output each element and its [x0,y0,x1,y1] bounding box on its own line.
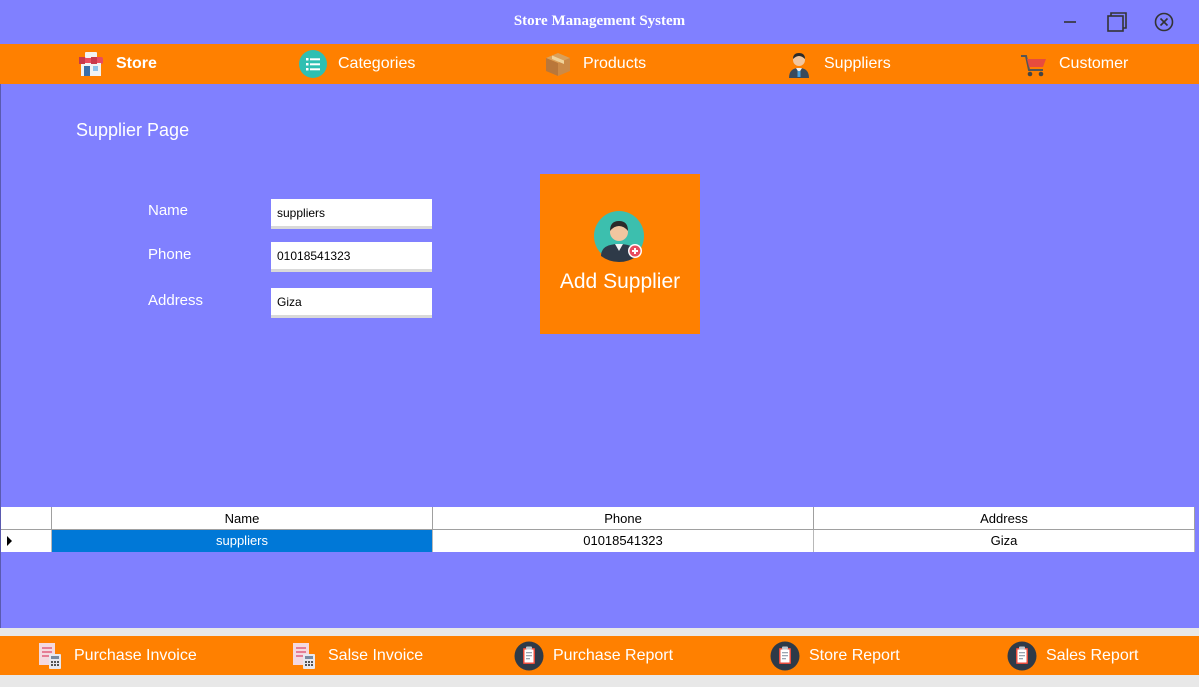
salse-invoice-label: Salse Invoice [328,646,424,664]
nav-item-store[interactable]: Store [76,44,157,84]
add-supplier-button[interactable]: Add Supplier [540,174,700,334]
bottom-nav-bar: Purchase Invoice Salse Invoice Purchase … [0,636,1199,675]
salse-invoice-button[interactable]: Salse Invoice [289,636,423,675]
table-cell-name[interactable]: suppliers [52,530,433,552]
nav-item-customer[interactable]: Customer [1019,44,1128,84]
sales-report-label: Sales Report [1046,646,1139,664]
nav-label-store: Store [116,55,157,72]
page-title: Supplier Page [76,120,190,140]
table-cell-phone[interactable]: 01018541323 [433,530,814,552]
bottom-base-strip [0,675,1199,687]
clipboard-icon [514,641,544,670]
nav-item-categories[interactable]: Categories [298,44,415,84]
store-report-label: Store Report [809,646,900,664]
invoice-calculator-icon [293,642,315,669]
name-label: Name [148,202,189,219]
column-header-name[interactable]: Name [52,507,433,530]
nav-label-customer: Customer [1059,55,1129,72]
purchase-invoice-label: Purchase Invoice [74,646,197,664]
suppliers-grid[interactable]: Name Phone Address suppliers 01018541323… [1,507,1195,552]
close-icon[interactable] [1152,10,1176,34]
name-field[interactable] [271,199,432,229]
table-cell-address[interactable]: Giza [814,530,1195,552]
column-header-phone[interactable]: Phone [433,507,814,530]
column-header-address[interactable]: Address [814,507,1195,530]
nav-label-products: Products [583,55,647,72]
purchase-report-label: Purchase Report [553,646,674,664]
address-field[interactable] [271,288,432,318]
phone-field[interactable] [271,242,432,272]
shopping-cart-icon [1021,55,1046,77]
top-nav-bar: Store Categories Products Suppliers Cust… [0,44,1199,84]
add-user-icon [594,211,644,262]
nav-item-suppliers[interactable]: Suppliers [784,44,891,84]
store-icon [79,52,103,76]
bottom-divider [0,628,1199,636]
nav-item-products[interactable]: Products [543,44,646,84]
minimize-icon[interactable] [1058,10,1082,34]
nav-label-categories: Categories [338,55,416,72]
purchase-report-button[interactable]: Purchase Report [514,636,673,675]
maximize-icon[interactable] [1105,10,1129,34]
app-title: Store Management System [513,13,686,29]
title-bar: Store Management System [0,0,1199,44]
store-report-button[interactable]: Store Report [770,636,900,675]
row-header[interactable] [1,530,52,552]
supplier-person-icon [789,53,809,78]
clipboard-icon [770,641,800,670]
add-supplier-label: Add Supplier [559,270,681,293]
current-row-arrow-icon [7,536,12,546]
grid-corner-header[interactable] [1,507,52,530]
address-label: Address [148,292,204,309]
invoice-calculator-icon [39,642,61,669]
purchase-invoice-button[interactable]: Purchase Invoice [35,636,197,675]
nav-label-suppliers: Suppliers [824,55,891,72]
box-icon [546,53,570,76]
list-icon [299,50,327,78]
clipboard-icon [1007,641,1037,670]
phone-label: Phone [148,246,192,263]
sales-report-button[interactable]: Sales Report [1007,636,1139,675]
